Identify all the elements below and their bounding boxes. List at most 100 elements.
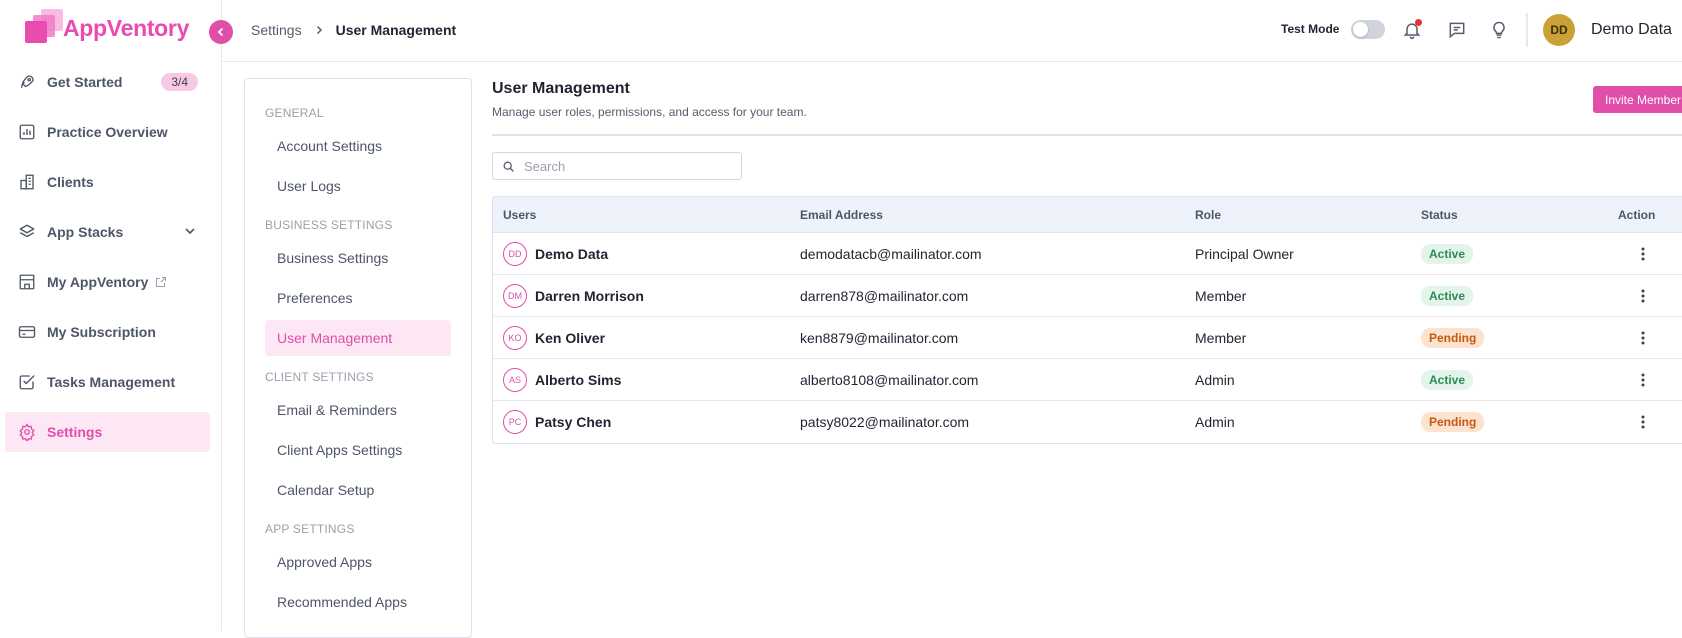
role-cell: Admin	[1195, 414, 1235, 430]
header-divider-line	[222, 61, 1682, 62]
user-name-cell: Darren Morrison	[535, 288, 644, 304]
role-cell: Member	[1195, 330, 1247, 346]
settings-section-business: BUSINESS SETTINGS	[265, 218, 393, 232]
app-logo[interactable]: AppVentory	[25, 9, 189, 45]
sidebar: AppVentory Get Started 3/4 Practice Over…	[0, 0, 222, 631]
email-cell: demodatacb@mailinator.com	[800, 246, 982, 262]
sidebar-item-clients[interactable]: Clients	[5, 162, 210, 202]
column-header-email: Email Address	[800, 207, 883, 222]
user-name-cell: Ken Oliver	[535, 330, 606, 346]
search-icon	[503, 161, 514, 172]
sidebar-item-app-stacks[interactable]: App Stacks	[5, 212, 210, 252]
user-name-cell: Alberto Sims	[535, 372, 622, 388]
sidebar-item-label: Clients	[47, 174, 94, 190]
test-mode-label: Test Mode	[1281, 22, 1340, 36]
sidebar-item-my-appventory[interactable]: My AppVentory	[5, 262, 210, 302]
notifications-button[interactable]	[1401, 19, 1423, 41]
storefront-icon	[17, 272, 37, 292]
tips-button[interactable]	[1488, 19, 1510, 41]
table-row: KO Ken Oliver ken8879@mailinator.com Mem…	[493, 317, 1682, 359]
row-actions-button[interactable]	[1633, 370, 1653, 390]
progress-badge: 3/4	[161, 73, 198, 91]
sidebar-item-practice-overview[interactable]: Practice Overview	[5, 112, 210, 152]
messages-button[interactable]	[1446, 19, 1468, 41]
search-input[interactable]	[524, 158, 724, 174]
settings-nav-account-settings[interactable]: Account Settings	[265, 128, 451, 164]
test-mode-toggle[interactable]	[1351, 20, 1385, 39]
sidebar-item-tasks-management[interactable]: Tasks Management	[5, 362, 210, 402]
status-badge: Pending	[1421, 328, 1485, 348]
row-actions-button[interactable]	[1633, 286, 1653, 306]
invite-member-button[interactable]: Invite Member	[1593, 86, 1682, 113]
email-cell: alberto8108@mailinator.com	[800, 372, 979, 388]
settings-nav-approved-apps[interactable]: Approved Apps	[265, 544, 451, 580]
sidebar-nav: Get Started 3/4 Practice Overview Client…	[5, 62, 210, 462]
sidebar-item-label: Tasks Management	[47, 374, 176, 390]
breadcrumb-current: User Management	[335, 22, 457, 38]
table-header: Users Email Address Role Status Action	[493, 197, 1682, 233]
bar-chart-icon	[17, 122, 37, 142]
row-actions-button[interactable]	[1633, 328, 1653, 348]
kebab-menu-icon	[1641, 415, 1645, 429]
header-divider	[1526, 13, 1528, 47]
status-badge: Active	[1421, 244, 1474, 264]
credit-card-icon	[17, 322, 37, 342]
user-avatar: DM	[503, 284, 527, 308]
external-link-icon	[155, 276, 167, 288]
user-name[interactable]: Demo Data	[1591, 21, 1672, 39]
sidebar-item-label: My AppVentory	[47, 274, 149, 290]
column-header-action: Action	[1618, 207, 1656, 222]
app-name: AppVentory	[63, 15, 190, 41]
sidebar-item-label: Settings	[47, 424, 103, 440]
rocket-icon	[17, 72, 37, 92]
chevron-right-icon	[314, 25, 324, 35]
email-cell: ken8879@mailinator.com	[800, 330, 959, 346]
chevron-left-icon	[217, 27, 224, 37]
settings-nav-user-logs[interactable]: User Logs	[265, 168, 451, 204]
settings-nav-recommended-apps[interactable]: Recommended Apps	[265, 584, 451, 620]
role-cell: Admin	[1195, 372, 1235, 388]
row-actions-button[interactable]	[1633, 244, 1653, 264]
settings-nav-client-apps-settings[interactable]: Client Apps Settings	[265, 432, 451, 468]
sidebar-item-get-started[interactable]: Get Started 3/4	[5, 62, 210, 102]
breadcrumb: Settings User Management	[251, 22, 456, 38]
chat-icon	[1449, 22, 1465, 39]
email-cell: darren878@mailinator.com	[800, 288, 969, 304]
sidebar-item-my-subscription[interactable]: My Subscription	[5, 312, 210, 352]
notification-dot	[1415, 19, 1422, 26]
kebab-menu-icon	[1641, 373, 1645, 387]
sidebar-item-label: Get Started	[47, 74, 123, 90]
collapse-sidebar-button[interactable]	[209, 20, 233, 44]
building-icon	[17, 172, 37, 192]
user-avatar: PC	[503, 410, 527, 434]
user-avatar: DD	[503, 242, 527, 266]
logo-mark-icon	[25, 9, 63, 45]
status-badge: Active	[1421, 370, 1474, 390]
user-avatar: KO	[503, 326, 527, 350]
user-name-cell: Demo Data	[535, 246, 609, 262]
table-row: DM Darren Morrison darren878@mailinator.…	[493, 275, 1682, 317]
avatar[interactable]: DD	[1543, 14, 1575, 46]
settings-section-app: APP SETTINGS	[265, 522, 355, 536]
table-row: PC Patsy Chen patsy8022@mailinator.com A…	[493, 401, 1682, 443]
settings-nav-user-management[interactable]: User Management	[265, 320, 451, 356]
settings-nav-preferences[interactable]: Preferences	[265, 280, 451, 316]
content-divider	[492, 134, 1682, 136]
kebab-menu-icon	[1641, 331, 1645, 345]
settings-nav-business-settings[interactable]: Business Settings	[265, 240, 451, 276]
row-actions-button[interactable]	[1633, 412, 1653, 432]
sidebar-item-label: My Subscription	[47, 324, 156, 340]
sidebar-item-label: Practice Overview	[47, 124, 168, 140]
settings-nav-email-reminders[interactable]: Email & Reminders	[265, 392, 451, 428]
kebab-menu-icon	[1641, 289, 1645, 303]
column-header-status: Status	[1421, 207, 1458, 222]
settings-nav: GENERAL Account Settings User Logs BUSIN…	[244, 78, 472, 638]
chevron-down-icon[interactable]	[184, 225, 196, 237]
sidebar-item-settings[interactable]: Settings	[5, 412, 210, 452]
table-row: AS Alberto Sims alberto8108@mailinator.c…	[493, 359, 1682, 401]
settings-nav-calendar-setup[interactable]: Calendar Setup	[265, 472, 451, 508]
breadcrumb-settings-link[interactable]: Settings	[251, 22, 302, 38]
kebab-menu-icon	[1641, 247, 1645, 261]
email-cell: patsy8022@mailinator.com	[800, 414, 970, 430]
column-header-users: Users	[503, 207, 537, 222]
